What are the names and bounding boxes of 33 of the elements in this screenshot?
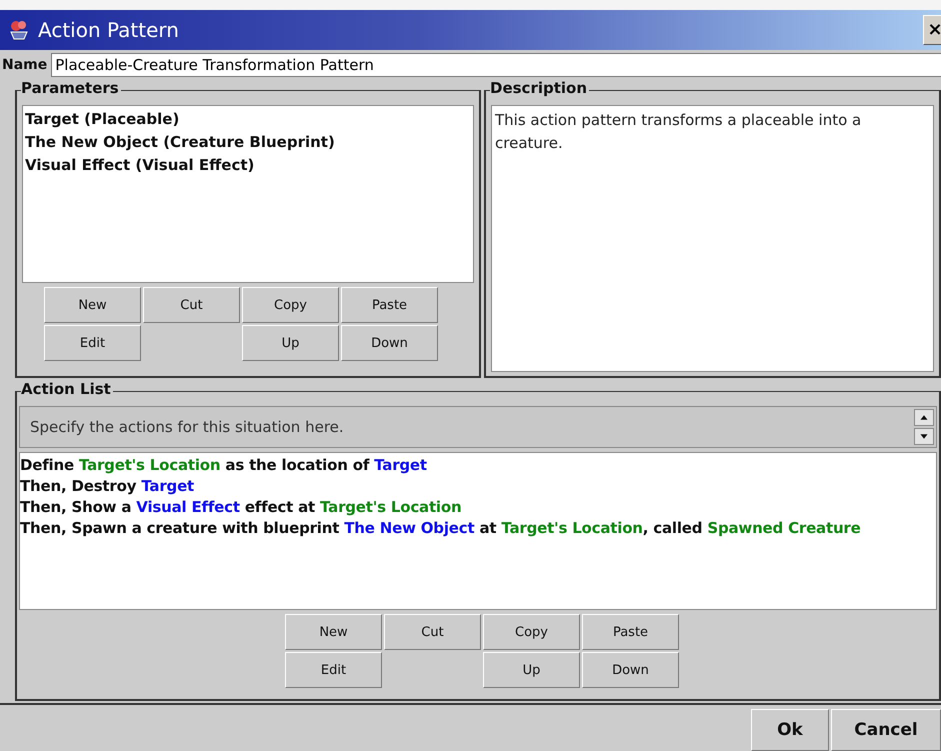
name-field[interactable]: Placeable-Creature Transformation Pattern	[51, 53, 941, 78]
action-item[interactable]: Then, Show a Visual Effect effect at Target's Location	[20, 498, 462, 516]
toolbar-button[interactable]: Up	[483, 652, 580, 688]
toolbar-button[interactable]: Copy	[242, 287, 339, 324]
toolbar-button[interactable]: Edit	[44, 325, 141, 362]
scroll-up-icon[interactable]	[914, 409, 934, 426]
toolbar-button[interactable]: Cut	[384, 614, 481, 650]
toolbar-button[interactable]: Up	[242, 325, 339, 362]
app-icon	[8, 18, 30, 41]
toolbar-button[interactable]: Cut	[143, 287, 240, 324]
action-item[interactable]: Then, Destroy Target	[20, 477, 194, 496]
parameter-item[interactable]: The New Object (Creature Blueprint)	[25, 133, 335, 152]
hint-text: Specify the actions for this situation here.	[29, 418, 345, 436]
parameter-item[interactable]: Target (Placeable)	[25, 110, 180, 128]
window-title: Action Pattern	[38, 18, 180, 42]
toolbar-button[interactable]: New	[44, 287, 141, 324]
close-button[interactable]: ×	[923, 14, 941, 45]
toolbar-button[interactable]: Paste	[582, 614, 679, 650]
scroll-down-icon[interactable]	[914, 428, 934, 446]
cancel-button[interactable]: Cancel	[831, 709, 941, 751]
panel-title: Description	[490, 79, 590, 98]
toolbar-button[interactable]: Down	[341, 325, 438, 362]
toolbar-button[interactable]: Down	[582, 652, 679, 688]
parameter-item[interactable]: Visual Effect (Visual Effect)	[25, 156, 254, 174]
name-label: Name	[2, 57, 48, 74]
action-item[interactable]: Then, Spawn a creature with blueprint The New Object at Target's Location, called Spawned Creature	[20, 519, 861, 538]
ok-button[interactable]: Ok	[751, 709, 829, 751]
toolbar-button[interactable]: Edit	[285, 652, 382, 688]
toolbar-button[interactable]: Copy	[483, 614, 580, 650]
description-text: This action pattern transforms a placeable into a creature.	[491, 105, 934, 372]
action-item[interactable]: Define Target's Location as the location of Target	[20, 456, 427, 474]
toolbar-button[interactable]: Paste	[341, 287, 438, 324]
toolbar-button[interactable]: New	[285, 614, 382, 650]
